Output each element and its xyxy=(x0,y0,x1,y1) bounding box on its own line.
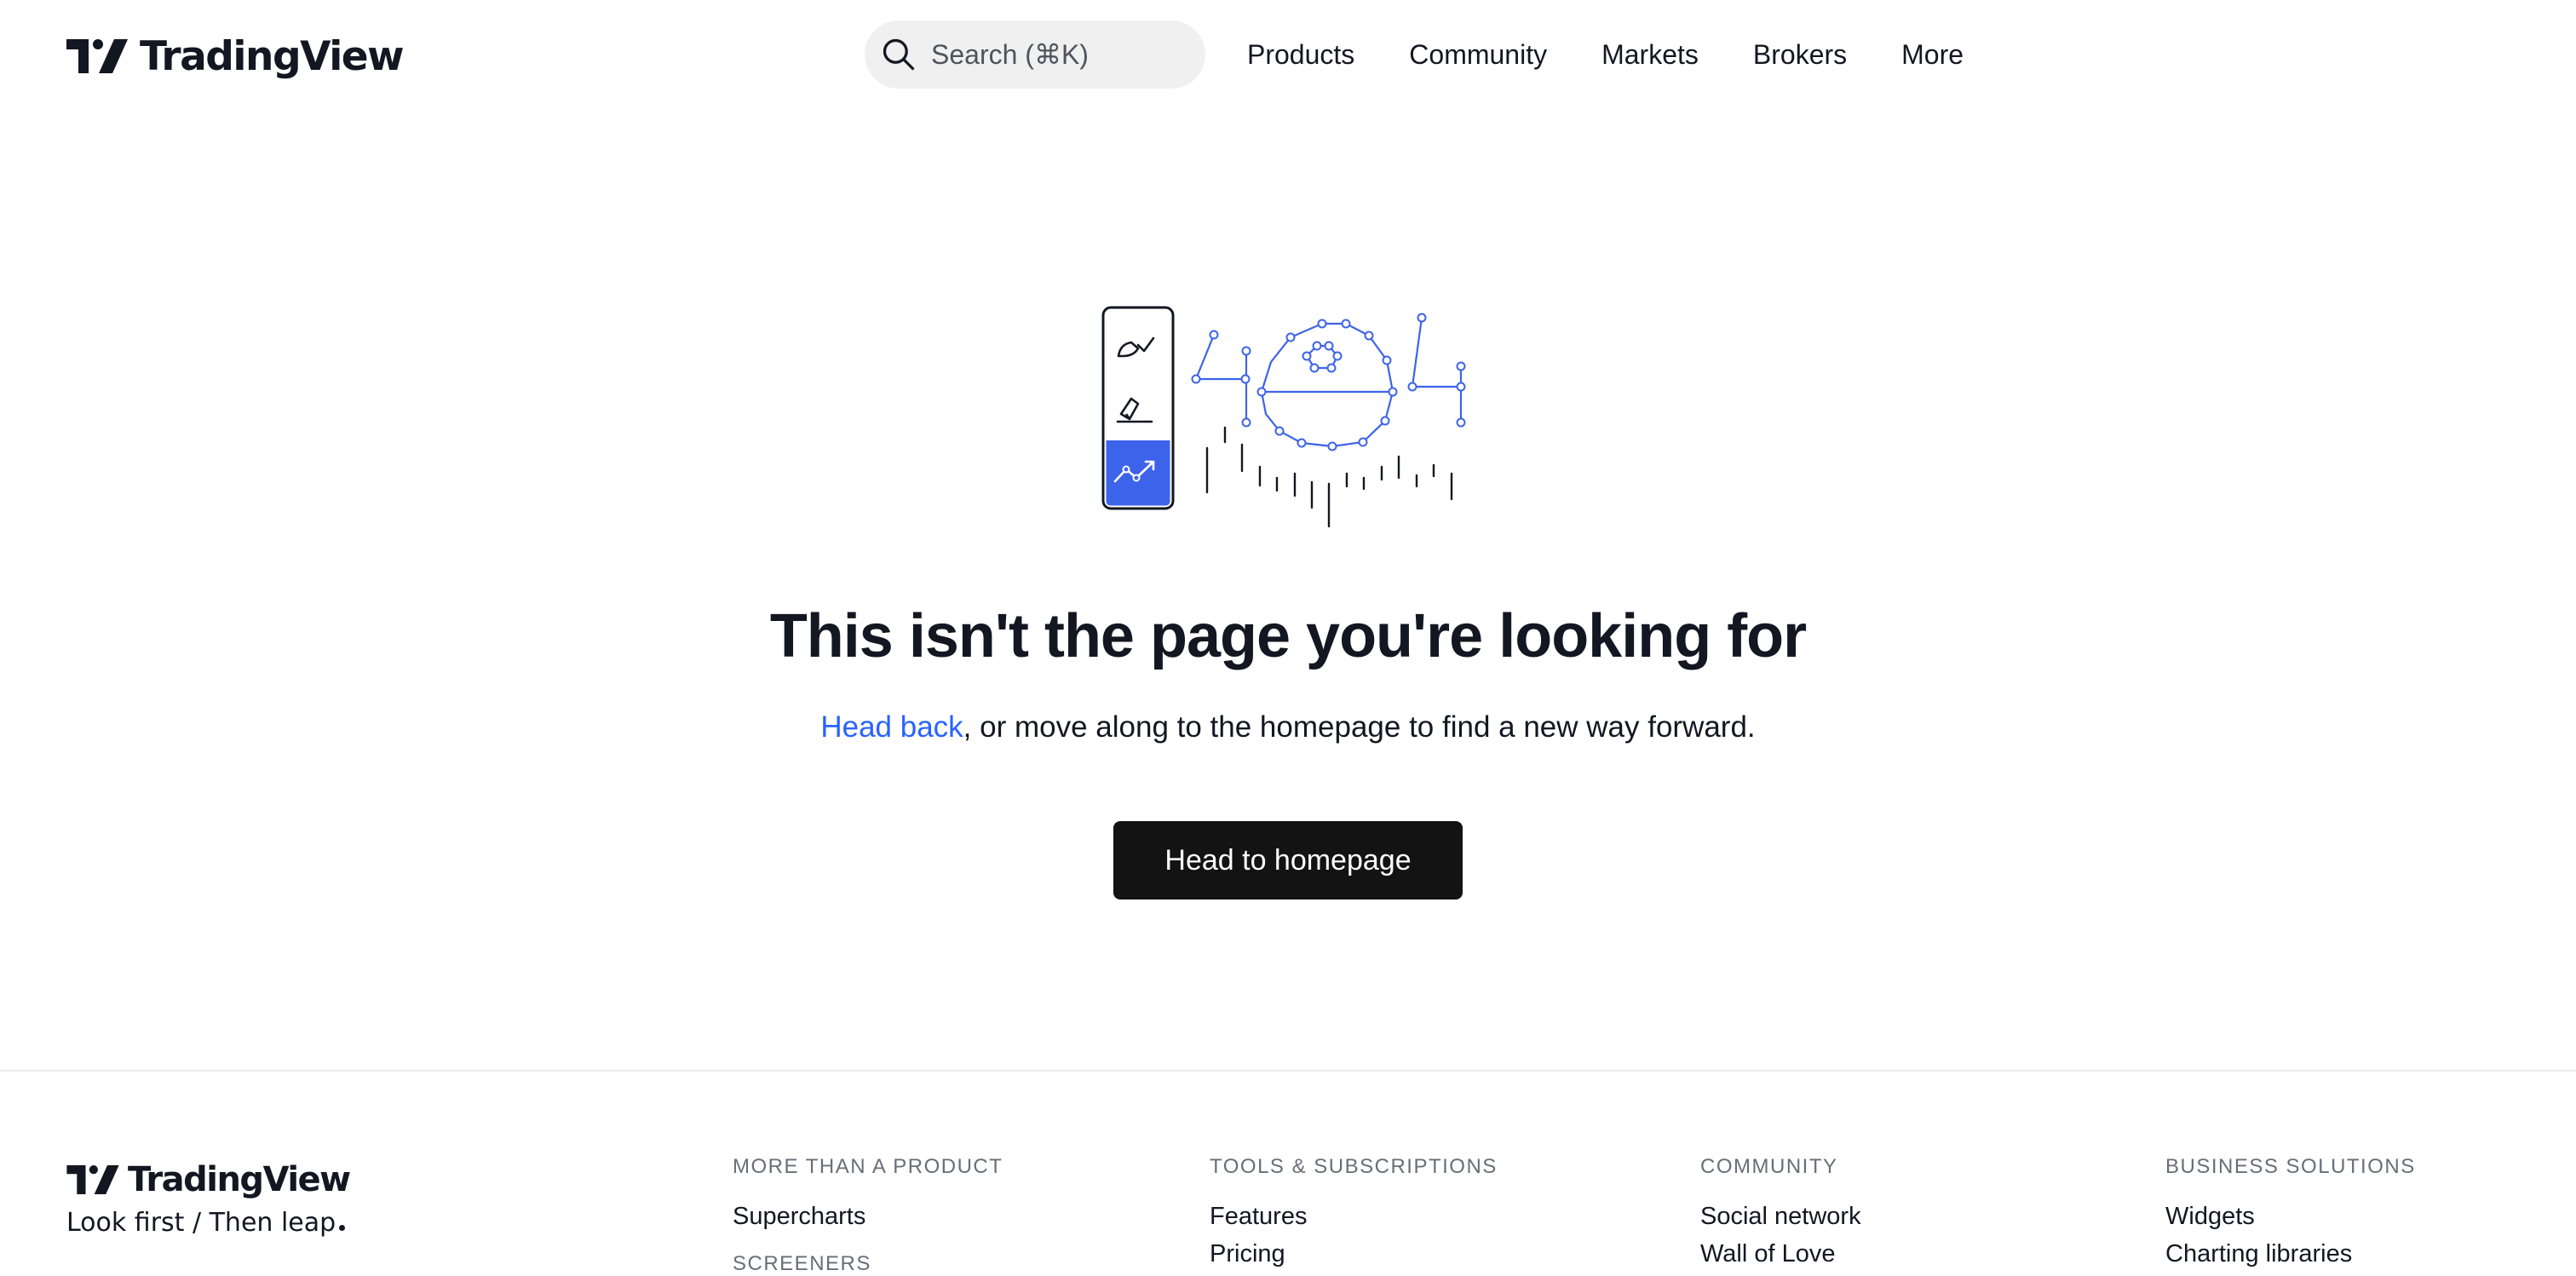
404-vertices xyxy=(1191,313,1466,451)
footer-divider xyxy=(0,1070,2576,1072)
search-placeholder: Search (⌘K) xyxy=(931,39,1089,70)
footer-link-charting-libraries[interactable]: Charting libraries xyxy=(2165,1235,2416,1273)
footer-link-supercharts[interactable]: Supercharts xyxy=(733,1198,1003,1235)
footer-brand-name: TradingView xyxy=(128,1160,351,1199)
tradingview-logo-icon xyxy=(66,1165,119,1194)
tagline-text: Look first / Then leap xyxy=(66,1208,336,1238)
nav-brokers[interactable]: Brokers xyxy=(1753,39,1847,71)
footer-link-widgets[interactable]: Widgets xyxy=(2165,1198,2416,1235)
page-title: This isn't the page you're looking for xyxy=(769,602,1807,670)
footer-column-community: COMMUNITY Social network Wall of Love xyxy=(1700,1155,1861,1273)
tagline-dot xyxy=(339,1225,346,1231)
tagline: Look first / Then leap xyxy=(66,1208,346,1238)
footer-link-social-network[interactable]: Social network xyxy=(1700,1198,1861,1235)
nav-products[interactable]: Products xyxy=(1247,39,1354,71)
footer-link-pricing[interactable]: Pricing xyxy=(1210,1235,1498,1273)
search-input[interactable]: Search (⌘K) xyxy=(865,20,1205,89)
chart-bars-icon xyxy=(1205,426,1453,528)
error-message-text: , or move along to the homepage to find … xyxy=(963,710,1756,744)
footer-column-heading: BUSINESS SOLUTIONS xyxy=(2165,1155,2416,1178)
search-icon xyxy=(883,38,915,71)
footer-column-subheading: SCREENERS xyxy=(733,1252,871,1275)
footer-link-features[interactable]: Features xyxy=(1210,1198,1498,1235)
head-back-link[interactable]: Head back xyxy=(820,710,963,744)
brand-name: TradingView xyxy=(140,32,405,80)
site-header: TradingView Search (⌘K) Products Communi… xyxy=(0,0,2576,111)
footer-logo[interactable]: TradingView xyxy=(66,1160,351,1199)
404-wireframe-icon xyxy=(1194,317,1463,448)
toolbar-panel-icon xyxy=(1101,306,1175,510)
error-message: Head back, or move along to the homepage… xyxy=(0,710,2576,744)
footer-column-heading: TOOLS & SUBSCRIPTIONS xyxy=(1210,1155,1498,1178)
tradingview-logo[interactable]: TradingView xyxy=(66,32,405,80)
nav-community[interactable]: Community xyxy=(1409,39,1547,71)
nav-markets[interactable]: Markets xyxy=(1601,39,1699,71)
footer-link-wall-of-love[interactable]: Wall of Love xyxy=(1700,1235,1861,1273)
footer-column-business: BUSINESS SOLUTIONS Widgets Charting libr… xyxy=(2165,1155,2416,1273)
footer-column-heading: COMMUNITY xyxy=(1700,1155,1838,1178)
nav-more[interactable]: More xyxy=(1901,39,1964,71)
head-to-homepage-button[interactable]: Head to homepage xyxy=(1113,821,1463,900)
footer-column-heading: MORE THAN A PRODUCT xyxy=(733,1155,1003,1178)
main-nav: Products Community Markets Brokers More xyxy=(1247,20,2018,89)
tradingview-logo-icon xyxy=(66,39,128,73)
404-illustration xyxy=(1101,306,1466,528)
footer-column-product: MORE THAN A PRODUCT Supercharts SCREENER… xyxy=(733,1155,1003,1276)
footer-column-tools: TOOLS & SUBSCRIPTIONS Features Pricing xyxy=(1210,1155,1498,1273)
